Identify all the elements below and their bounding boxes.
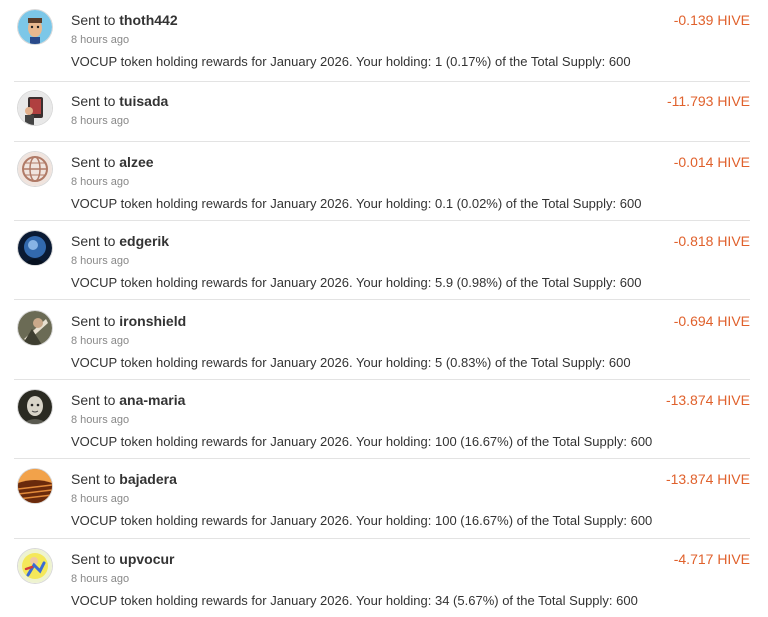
- transfer-time: 8 hours ago: [71, 34, 130, 46]
- transfer-prefix: Sent to: [71, 471, 120, 487]
- transfer-item: Sent to edgerik 8 hours ago VOCUP token ho…: [0, 219, 768, 299]
- avatar-edgerik[interactable]: [18, 231, 52, 265]
- transfer-time: 8 hours ago: [71, 573, 130, 585]
- landscape-avatar-icon: [18, 469, 52, 503]
- transfer-amount: -0.818 HIVE: [673, 233, 750, 249]
- transfer-memo: VOCUP token holding rewards for January …: [71, 275, 642, 290]
- transfer-prefix: Sent to: [71, 233, 120, 249]
- row-divider: [14, 141, 750, 142]
- globe-avatar-icon: [18, 152, 52, 186]
- transfer-prefix: Sent to: [71, 313, 120, 329]
- transfer-item: Sent to ana-maria 8 hours ago VOCUP token …: [0, 378, 768, 458]
- row-divider: [14, 220, 750, 221]
- transfer-time: 8 hours ago: [71, 115, 130, 127]
- warrior-avatar-icon: [18, 311, 52, 345]
- transfer-item: Sent to bajadera 8 hours ago VOCUP token h…: [0, 457, 768, 537]
- transfer-time: 8 hours ago: [71, 176, 130, 188]
- transfer-memo: VOCUP token holding rewards for January …: [71, 434, 653, 449]
- cartoon-figure-avatar-icon: [18, 549, 52, 583]
- transfer-amount: -0.014 HIVE: [673, 154, 750, 170]
- transfer-amount: -0.139 HIVE: [673, 12, 750, 28]
- portrait-avatar-icon: [18, 390, 52, 424]
- transfer-title: Sent to edgerik: [71, 233, 169, 249]
- transfer-title: Sent to ironshield: [71, 313, 186, 329]
- transfer-prefix: Sent to: [71, 551, 120, 567]
- avatar-tuisada[interactable]: [18, 91, 52, 125]
- transfer-memo: VOCUP token holding rewards for January …: [71, 355, 631, 370]
- recipient-link[interactable]: tuisada: [119, 93, 168, 109]
- recipient-link[interactable]: ironshield: [119, 313, 186, 329]
- recipient-link[interactable]: ana-maria: [119, 392, 185, 408]
- transfer-title: Sent to tuisada: [71, 93, 168, 109]
- transfer-memo: VOCUP token holding rewards for January …: [71, 513, 653, 528]
- transfer-item: Sent to thoth442 8 hours ago VOCUP token h…: [0, 0, 768, 78]
- avatar-upvocur[interactable]: [18, 549, 52, 583]
- recipient-link[interactable]: bajadera: [119, 471, 177, 487]
- recipient-link[interactable]: alzee: [119, 154, 153, 170]
- row-divider: [14, 299, 750, 300]
- avatar-bajadera[interactable]: [18, 469, 52, 503]
- row-divider: [14, 538, 750, 539]
- transfer-amount: -13.874 HIVE: [665, 471, 750, 487]
- transfer-prefix: Sent to: [71, 392, 120, 408]
- row-divider: [14, 379, 750, 380]
- transfer-title: Sent to ana-maria: [71, 392, 185, 408]
- transfer-title: Sent to bajadera: [71, 471, 177, 487]
- transfer-memo: VOCUP token holding rewards for January …: [71, 593, 638, 608]
- row-divider: [14, 81, 750, 82]
- cartoon-face-avatar-icon: [18, 10, 52, 44]
- transfer-item: Sent to alzee 8 hours ago VOCUP token hold…: [0, 140, 768, 220]
- dark-portrait-avatar-icon: [18, 231, 52, 265]
- tablet-photo-avatar-icon: [18, 91, 52, 125]
- transfer-title: Sent to thoth442: [71, 12, 178, 28]
- transfer-time: 8 hours ago: [71, 255, 130, 267]
- transfer-prefix: Sent to: [71, 93, 120, 109]
- avatar-ana-maria[interactable]: [18, 390, 52, 424]
- transfer-amount: -11.793 HIVE: [666, 93, 750, 109]
- transfer-title: Sent to upvocur: [71, 551, 175, 567]
- transfer-history-list: Sent to thoth442 8 hours ago VOCUP token h…: [0, 0, 768, 616]
- transfer-amount: -0.694 HIVE: [673, 313, 750, 329]
- transfer-time: 8 hours ago: [71, 493, 130, 505]
- transfer-amount: -13.874 HIVE: [665, 392, 750, 408]
- transfer-prefix: Sent to: [71, 12, 120, 28]
- recipient-link[interactable]: thoth442: [119, 12, 177, 28]
- transfer-title: Sent to alzee: [71, 154, 154, 170]
- transfer-time: 8 hours ago: [71, 414, 130, 426]
- transfer-memo: VOCUP token holding rewards for January …: [71, 196, 642, 211]
- transfer-item: Sent to ironshield 8 hours ago VOCUP token…: [0, 299, 768, 379]
- transfer-prefix: Sent to: [71, 154, 120, 170]
- avatar-thoth442[interactable]: [18, 10, 52, 44]
- row-divider: [14, 458, 750, 459]
- transfer-memo: VOCUP token holding rewards for January …: [71, 54, 631, 69]
- transfer-amount: -4.717 HIVE: [673, 551, 750, 567]
- avatar-ironshield[interactable]: [18, 311, 52, 345]
- recipient-link[interactable]: edgerik: [119, 233, 169, 249]
- transfer-item: Sent to upvocur 8 hours ago VOCUP token ho…: [0, 537, 768, 617]
- recipient-link[interactable]: upvocur: [119, 551, 174, 567]
- transfer-time: 8 hours ago: [71, 335, 130, 347]
- avatar-alzee[interactable]: [18, 152, 52, 186]
